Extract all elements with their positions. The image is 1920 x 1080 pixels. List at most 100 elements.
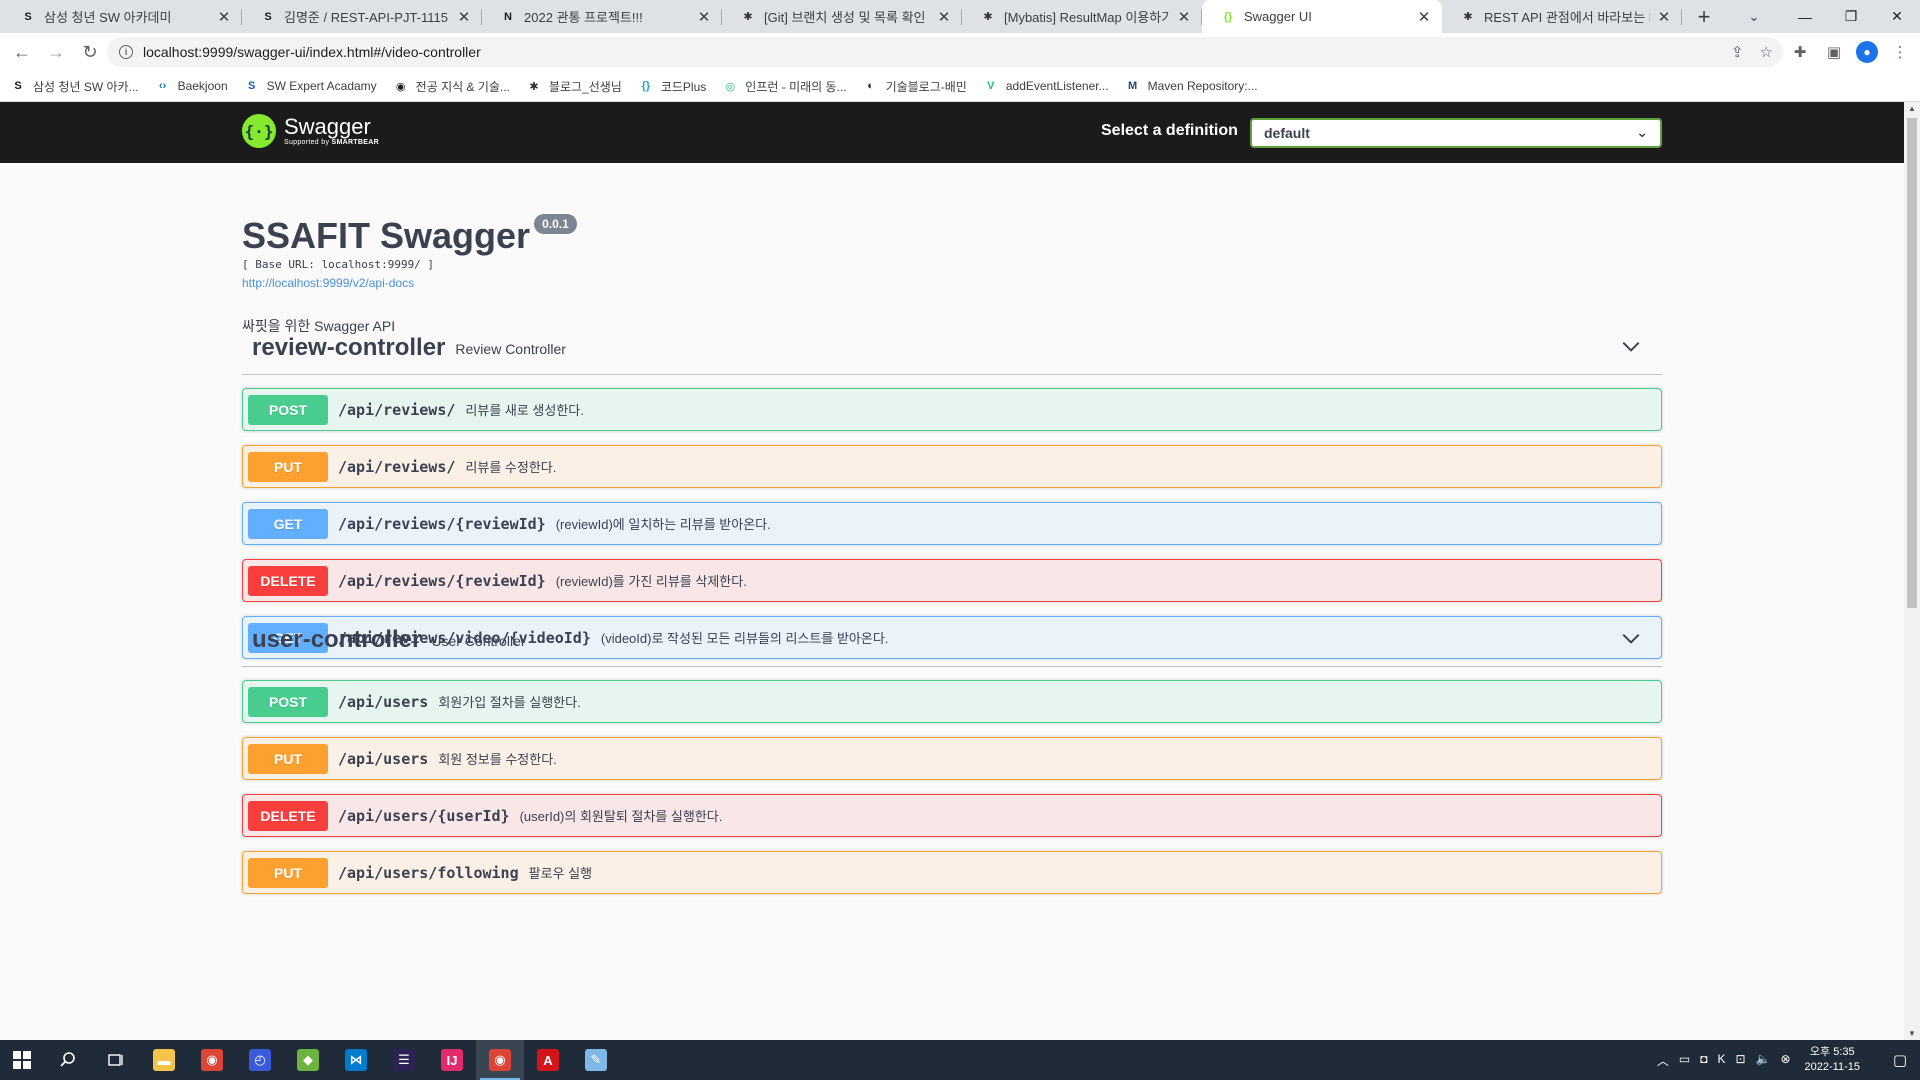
scroll-down-icon[interactable]: ▼	[1908, 1029, 1916, 1038]
bookmark-label: 전공 지식 & 기술...	[415, 79, 510, 94]
acrobat-icon: A	[537, 1049, 559, 1071]
bookmark-item[interactable]: S SW Expert Acadamy	[244, 78, 377, 94]
taskbar-clock[interactable]: 오후 5:35 2022-11-15	[1805, 1045, 1860, 1075]
operation-row[interactable]: DELETE/api/reviews/{reviewId} (reviewId)를…	[242, 559, 1662, 602]
restore-button[interactable]: ❐	[1828, 0, 1874, 33]
network-icon[interactable]: ▭	[1679, 1052, 1690, 1069]
bookmark-favicon-icon: M	[1128, 80, 1138, 92]
tab-search-icon[interactable]: ⌄	[1734, 0, 1774, 33]
operation-summary: (reviewId)를 가진 리뷰를 삭제한다.	[555, 574, 747, 589]
browser-tab[interactable]: ✱ [Git] 브랜치 생성 및 목록 확인 ✕	[722, 0, 962, 33]
tab-close-icon[interactable]: ✕	[1656, 8, 1672, 26]
scroll-up-icon[interactable]: ▲	[1908, 104, 1916, 113]
controller-section: review-controller Review Controller POST/a…	[242, 321, 1662, 659]
controller-description: User Controller	[431, 633, 526, 649]
bookmark-item[interactable]: ◎ 인프런 - 미래의 동...	[722, 78, 846, 95]
share-icon[interactable]: ⇪	[1731, 43, 1744, 61]
tab-close-icon[interactable]: ✕	[216, 8, 232, 26]
bookmark-item[interactable]: ◐ 기술블로그-배민	[863, 78, 967, 95]
url-text[interactable]: localhost:9999/swagger-ui/index.html#/vi…	[143, 44, 481, 60]
tab-close-icon[interactable]: ✕	[696, 8, 712, 26]
side-panel-icon[interactable]: ▣	[1822, 40, 1846, 64]
browser-tab[interactable]: S 삼성 청년 SW 아카데미 ✕	[2, 0, 242, 33]
input-method-icon[interactable]: ⊗	[1780, 1052, 1790, 1069]
taskbar-app-sts-ide[interactable]: ◆	[284, 1040, 332, 1080]
search-button[interactable]	[44, 1040, 92, 1080]
extensions-icon[interactable]: ✚	[1788, 40, 1812, 64]
bookmark-label: 코드Plus	[660, 79, 707, 94]
operation-row[interactable]: DELETE/api/users/{userId} (userId)의 회원탈퇴 …	[242, 794, 1662, 837]
taskbar-app-chrome[interactable]: ◉	[188, 1040, 236, 1080]
bookmark-item[interactable]: VaddEventListener...	[983, 78, 1108, 94]
tab-close-icon[interactable]: ✕	[1416, 8, 1432, 26]
operation-row[interactable]: POST/api/reviews/리뷰를 새로 생성한다.	[242, 388, 1662, 431]
kakao-icon[interactable]: K	[1717, 1052, 1725, 1069]
api-docs-link[interactable]: http://localhost:9999/v2/api-docs	[242, 276, 1662, 290]
bookmark-item[interactable]: ✱ 블로그_선생님	[526, 78, 622, 95]
notification-icon[interactable]: ▢	[1880, 1040, 1920, 1080]
taskbar-app-file-explorer[interactable]: ▬	[140, 1040, 188, 1080]
new-tab-button[interactable]: +	[1688, 0, 1720, 33]
browser-tab[interactable]: S 김명준 / REST-API-PJT-1115 · G ✕	[242, 0, 482, 33]
taskbar-app-eclipse[interactable]: ☰	[380, 1040, 428, 1080]
swagger-logo[interactable]: {·} Swagger Supported by SMARTBEAR	[242, 114, 379, 148]
bookmark-item[interactable]: ‹› Baekjoon	[155, 78, 228, 94]
taskbar-app-notepad[interactable]: ✎	[572, 1040, 620, 1080]
operation-row[interactable]: PUT/api/users/following 팔로우 실행	[242, 851, 1662, 894]
controller-header[interactable]: user-controller User Controller	[242, 613, 1662, 667]
task-view-button[interactable]	[92, 1040, 140, 1080]
forward-button[interactable]: →	[39, 35, 73, 69]
page-scrollbar[interactable]: ▲ ▼	[1904, 102, 1920, 1040]
site-info-icon[interactable]: i	[119, 45, 133, 59]
bookmark-favicon-icon: ✱	[529, 80, 539, 93]
address-bar[interactable]: i localhost:9999/swagger-ui/index.html#/…	[107, 37, 1783, 67]
tab-favicon-icon: ✱	[1463, 11, 1473, 23]
controller-name: user-controller	[252, 625, 422, 653]
profile-avatar[interactable]: ●	[1856, 41, 1878, 63]
tab-title: [Mybatis] ResultMap 이용하기	[1004, 10, 1170, 25]
back-button[interactable]: ←	[5, 35, 39, 69]
browser-tab[interactable]: N 2022 관통 프로젝트!!! ✕	[482, 0, 722, 33]
tab-favicon-icon: N	[504, 10, 512, 23]
operation-row[interactable]: POST/api/users 회원가입 절차를 실행한다.	[242, 680, 1662, 723]
browser-tab[interactable]: {} Swagger UI ✕	[1202, 0, 1442, 33]
tab-close-icon[interactable]: ✕	[1176, 8, 1192, 26]
browser-tab[interactable]: ✱ [Mybatis] ResultMap 이용하기 ✕	[962, 0, 1202, 33]
clock-date: 2022-11-15	[1804, 1061, 1860, 1073]
taskbar-app-acrobat[interactable]: A	[524, 1040, 572, 1080]
volume-icon[interactable]: 🔈	[1756, 1052, 1771, 1069]
tab-title: REST API 관점에서 바라보는 H	[1484, 10, 1650, 25]
close-window-button[interactable]: ✕	[1874, 0, 1920, 33]
bookmark-item[interactable]: {} 코드Plus	[638, 78, 707, 95]
taskbar-app-vscode[interactable]: ⋈	[332, 1040, 380, 1080]
operation-row[interactable]: PUT/api/reviews/리뷰를 수정한다.	[242, 445, 1662, 488]
bookmark-item[interactable]: ◉ 전공 지식 & 기술...	[393, 78, 510, 95]
tab-close-icon[interactable]: ✕	[456, 8, 472, 26]
clock-time: 오후 5:35	[1809, 1046, 1855, 1058]
chrome-menu-icon[interactable]: ⋮	[1888, 40, 1912, 64]
chevron-down-icon[interactable]	[1620, 335, 1642, 357]
taskbar-app-intellij[interactable]: IJ	[428, 1040, 476, 1080]
browser-tab[interactable]: ✱ REST API 관점에서 바라보는 H ✕	[1442, 0, 1682, 33]
chevron-down-icon[interactable]	[1620, 627, 1642, 649]
operation-row[interactable]: GET/api/reviews/{reviewId} (reviewId)에 일치…	[242, 502, 1662, 545]
operation-summary: 회원가입 절차를 실행한다.	[438, 695, 581, 710]
reload-button[interactable]: ↻	[73, 35, 107, 69]
operation-row[interactable]: PUT/api/users 회원 정보를 수정한다.	[242, 737, 1662, 780]
tray-expand-icon[interactable]: ︿	[1657, 1052, 1669, 1069]
minimize-button[interactable]: —	[1782, 0, 1828, 33]
bookmark-item[interactable]: M Maven Repository:...	[1125, 78, 1258, 94]
tab-close-icon[interactable]: ✕	[936, 8, 952, 26]
display-icon[interactable]: ⊡	[1735, 1052, 1745, 1069]
operation-path: /api/reviews/{reviewId}	[338, 514, 546, 533]
bookmark-star-icon[interactable]: ☆	[1760, 43, 1773, 61]
taskbar-app-chrome-active[interactable]: ◉	[476, 1040, 524, 1080]
taskbar-app-clock-app[interactable]: ◴	[236, 1040, 284, 1080]
scroll-thumb[interactable]	[1907, 118, 1917, 608]
bookmark-label: Maven Repository:...	[1147, 79, 1258, 93]
camera-icon[interactable]: ◘	[1700, 1052, 1707, 1069]
controller-header[interactable]: review-controller Review Controller	[242, 321, 1662, 375]
bookmark-item[interactable]: S 삼성 청년 SW 아카...	[10, 78, 138, 95]
start-button[interactable]	[0, 1040, 44, 1080]
definition-select[interactable]: default ⌄	[1250, 118, 1662, 148]
